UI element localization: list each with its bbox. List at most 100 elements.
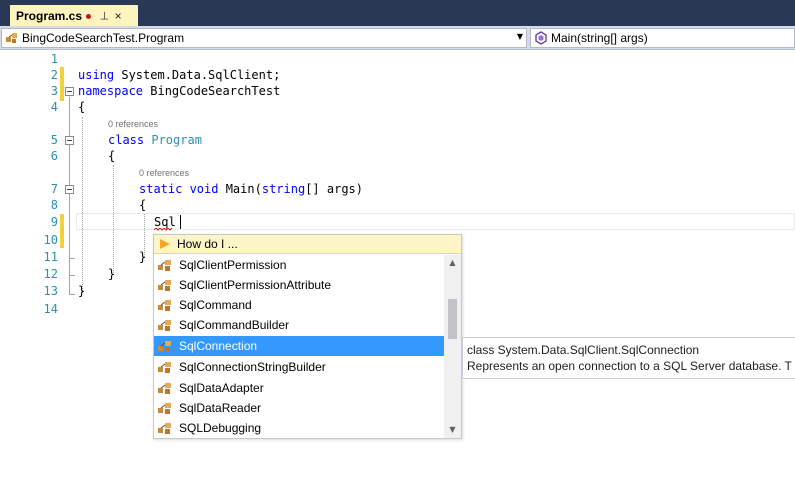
completion-item-label: SqlConnectionStringBuilder — [179, 360, 326, 374]
quick-info-tooltip: class System.Data.SqlClient.SqlConnectio… — [462, 337, 795, 379]
class-dropdown[interactable]: BingCodeSearchTest.Program ▼ — [1, 28, 527, 48]
code-text: BingCodeSearchTest — [143, 84, 281, 98]
class-icon — [158, 403, 171, 414]
tab-filename: Program.cs — [16, 8, 83, 23]
how-do-i-item[interactable]: How do I ... — [154, 235, 461, 254]
completion-item[interactable]: SQLDebugging — [154, 418, 444, 438]
line-number: 6 — [50, 149, 58, 163]
line-number: 5 — [50, 133, 58, 147]
line-number: 3 — [50, 84, 58, 98]
code-line-11: } — [139, 250, 147, 264]
completion-item[interactable]: SqlClientPermissionAttribute — [154, 275, 444, 295]
code-line-12: } — [108, 267, 116, 281]
class-icon — [5, 31, 19, 45]
completion-scrollbar[interactable]: ▲ ▼ — [444, 255, 461, 438]
tooltip-signature: class System.Data.SqlClient.SqlConnectio… — [467, 343, 700, 357]
code-line-3: namespace BingCodeSearchTest — [78, 83, 280, 99]
document-tab-strip: Program.cs ⊣ × — [0, 0, 795, 26]
method-icon — [534, 31, 548, 45]
completion-item-label: SqlCommandBuilder — [179, 318, 290, 332]
tooltip-description: Represents an open connection to a SQL S… — [467, 359, 792, 373]
outline-end — [69, 275, 75, 276]
class-icon — [158, 320, 171, 331]
change-marker — [60, 67, 64, 101]
indent-guide — [82, 117, 83, 293]
error-squiggle — [154, 228, 172, 231]
line-number: 11 — [43, 250, 58, 264]
scrollbar-thumb[interactable] — [448, 299, 457, 339]
how-do-i-label: How do I ... — [177, 237, 238, 251]
code-line-2: using System.Data.SqlClient; — [78, 67, 280, 83]
collapse-icon[interactable] — [65, 136, 74, 145]
code-line-6: { — [108, 149, 116, 163]
code-text: [] args) — [305, 182, 363, 196]
line-number: 13 — [43, 284, 58, 298]
member-name: Main(string[] args) — [551, 31, 648, 45]
code-line-4: { — [78, 100, 86, 114]
codelens-references[interactable]: 0 references — [108, 118, 158, 130]
navigation-bar: BingCodeSearchTest.Program ▼ Main(string… — [0, 26, 795, 50]
keyword: static — [139, 182, 183, 196]
class-path: BingCodeSearchTest.Program — [22, 31, 185, 45]
outline-end — [69, 258, 75, 259]
class-icon — [158, 300, 171, 311]
line-number: 14 — [43, 302, 58, 316]
codelens-references[interactable]: 0 references — [139, 167, 189, 179]
collapse-icon[interactable] — [65, 87, 74, 96]
class-icon — [158, 383, 171, 394]
pin-icon[interactable]: ⊣ — [97, 11, 110, 21]
completion-item-label: SqlConnection — [179, 339, 258, 353]
line-number: 7 — [50, 182, 58, 196]
outline-end — [69, 294, 75, 295]
class-icon — [158, 280, 171, 291]
scroll-up-icon[interactable]: ▲ — [444, 255, 461, 271]
class-icon — [158, 341, 171, 352]
completion-item-label: SqlClientPermission — [179, 258, 287, 272]
play-icon — [160, 239, 170, 249]
line-number: 2 — [50, 68, 58, 82]
type-name: Program — [144, 133, 202, 147]
intellisense-list[interactable]: How do I ... SqlClientPermission SqlClie… — [153, 234, 462, 439]
completion-item[interactable]: SqlCommandBuilder — [154, 315, 444, 335]
completion-item[interactable]: SqlCommand — [154, 295, 444, 315]
completion-item-label: SqlDataAdapter — [179, 381, 264, 395]
completion-item[interactable]: SqlClientPermission — [154, 255, 444, 275]
line-number: 10 — [43, 233, 58, 247]
completion-item-label: SqlClientPermissionAttribute — [179, 278, 332, 292]
code-line-13: } — [78, 284, 86, 298]
keyword: namespace — [78, 84, 144, 98]
code-text: System.Data.SqlClient; — [114, 68, 281, 82]
completion-item-label: SqlCommand — [179, 298, 252, 312]
class-icon — [158, 260, 171, 271]
class-icon — [158, 423, 171, 434]
chevron-down-icon[interactable]: ▼ — [517, 32, 523, 41]
collapse-icon[interactable] — [65, 185, 74, 194]
line-number: 9 — [50, 215, 58, 229]
class-icon — [158, 362, 171, 373]
code-line-5: class Program — [108, 132, 202, 148]
unsaved-indicator — [86, 14, 92, 19]
scroll-down-icon[interactable]: ▼ — [444, 422, 461, 438]
completion-item[interactable]: SqlDataReader — [154, 398, 444, 418]
completion-item-selected[interactable]: SqlConnection — [154, 336, 444, 356]
completion-item[interactable]: SqlDataAdapter — [154, 378, 444, 398]
outline-guide — [69, 97, 70, 295]
line-number: 4 — [50, 100, 58, 114]
line-number: 1 — [50, 52, 58, 66]
completion-item[interactable]: SqlConnectionStringBuilder — [154, 357, 444, 377]
close-tab-icon[interactable]: × — [115, 9, 122, 23]
member-dropdown[interactable]: Main(string[] args) — [530, 28, 795, 48]
keyword: void — [182, 182, 219, 196]
keyword: class — [108, 133, 145, 147]
keyword: using — [78, 68, 115, 82]
code-line-8: { — [139, 198, 147, 212]
completion-item-label: SqlDataReader — [179, 401, 262, 415]
code-line-7: static void Main(string[] args) — [139, 181, 363, 197]
current-line-highlight — [76, 213, 795, 230]
document-tab[interactable]: Program.cs ⊣ × — [10, 5, 138, 26]
keyword: string — [261, 182, 306, 196]
change-marker — [60, 214, 64, 248]
line-number: 12 — [43, 267, 58, 281]
code-text: Main( — [218, 182, 262, 196]
text-caret — [180, 215, 181, 229]
